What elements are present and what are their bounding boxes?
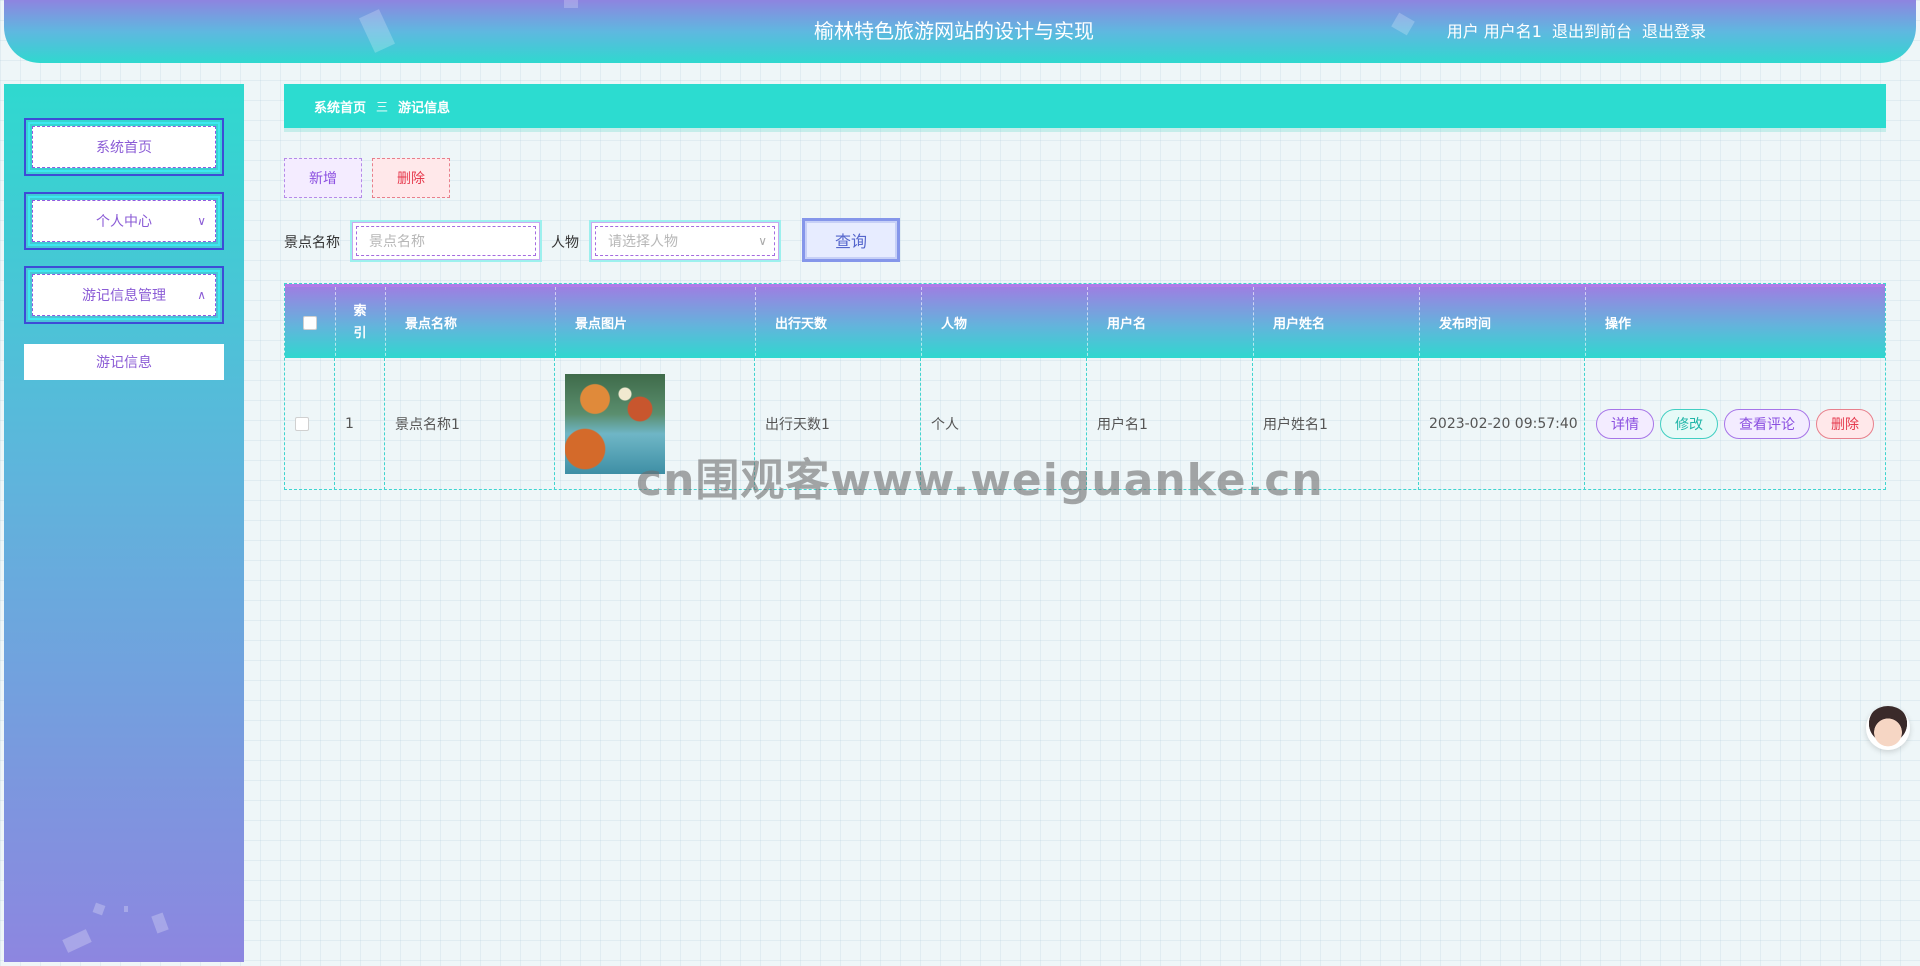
breadcrumb: 系统首页 三 游记信息 xyxy=(284,84,1886,128)
column-header-person: 人物 xyxy=(941,317,968,332)
row-checkbox[interactable] xyxy=(295,417,309,431)
sidebar-item-travel-notes-management[interactable]: 游记信息管理 ∧ xyxy=(24,266,224,324)
spot-name-input[interactable]: 景点名称 xyxy=(350,220,542,262)
column-header-publish-time: 发布时间 xyxy=(1439,317,1492,332)
row-publish-time: 2023-02-20 09:57:40 xyxy=(1419,358,1585,490)
sidebar-item-label: 游记信息管理 xyxy=(32,274,216,316)
column-header-spot-image: 景点图片 xyxy=(575,317,628,332)
column-header-username: 用户名 xyxy=(1107,317,1147,332)
sidebar-item-label: 个人中心 xyxy=(32,200,216,242)
logout-link[interactable]: 退出登录 xyxy=(1642,0,1706,63)
breadcrumb-home[interactable]: 系统首页 xyxy=(314,97,366,116)
sidebar-decoration xyxy=(92,902,106,916)
table-header: 索引 景点名称 景点图片 出行天数 人物 用户名 用户姓名 发布时间 操作 xyxy=(285,284,1885,361)
person-select[interactable]: 请选择人物 ∨ xyxy=(589,220,781,262)
chevron-up-icon: ∧ xyxy=(197,288,206,302)
detail-button[interactable]: 详情 xyxy=(1596,409,1654,439)
sidebar-item-home[interactable]: 系统首页 xyxy=(24,118,224,176)
header-user-links: 用户 用户名1 退出到前台 退出登录 xyxy=(1447,0,1706,63)
sidebar-item-personal-center[interactable]: 个人中心 ∨ xyxy=(24,192,224,250)
watermark: cn围观客www.weiguanke.cn xyxy=(636,455,1324,506)
view-comments-button[interactable]: 查看评论 xyxy=(1724,409,1810,439)
person-placeholder: 请选择人物 xyxy=(595,226,775,256)
sidebar: 系统首页 个人中心 ∨ 游记信息管理 ∧ 游记信息 xyxy=(4,84,244,962)
spot-name-placeholder: 景点名称 xyxy=(356,226,536,256)
column-header-index: 索引 xyxy=(353,303,367,341)
current-user-label: 用户 用户名1 xyxy=(1446,22,1542,41)
top-header: 榆林特色旅游网站的设计与实现 用户 用户名1 退出到前台 退出登录 xyxy=(4,0,1916,63)
column-header-actions: 操作 xyxy=(1605,317,1632,332)
row-actions: 详情 修改 查看评论 删除 xyxy=(1585,358,1885,490)
exit-to-front-link[interactable]: 退出到前台 xyxy=(1552,0,1632,63)
sidebar-item-label: 系统首页 xyxy=(32,126,216,168)
batch-delete-button[interactable]: 删除 xyxy=(372,158,450,198)
sidebar-decoration xyxy=(62,929,92,953)
sidebar-decoration xyxy=(151,912,169,934)
row-select-cell xyxy=(285,358,335,490)
row-index: 1 xyxy=(335,358,385,490)
breadcrumb-separator: 三 xyxy=(376,99,389,114)
add-button[interactable]: 新增 xyxy=(284,158,362,198)
row-spot-name: 景点名称1 xyxy=(385,358,555,490)
breadcrumb-current: 游记信息 xyxy=(398,100,451,116)
row-delete-button[interactable]: 删除 xyxy=(1816,409,1874,439)
chevron-down-icon: ∨ xyxy=(758,234,767,248)
column-header-days: 出行天数 xyxy=(775,317,828,332)
spot-name-label: 景点名称 xyxy=(284,235,340,251)
submenu-item-travel-notes[interactable]: 游记信息 xyxy=(24,344,224,380)
column-header-realname: 用户姓名 xyxy=(1273,317,1326,332)
select-all-checkbox[interactable] xyxy=(303,315,317,330)
sidebar-decoration xyxy=(124,906,128,912)
select-all-cell xyxy=(285,287,335,358)
assistant-avatar-icon[interactable] xyxy=(1866,706,1910,750)
column-header-spot-name: 景点名称 xyxy=(405,317,458,332)
person-label: 人物 xyxy=(551,235,579,251)
edit-button[interactable]: 修改 xyxy=(1660,409,1718,439)
chevron-down-icon: ∨ xyxy=(197,214,206,228)
query-button[interactable]: 查询 xyxy=(802,218,900,262)
